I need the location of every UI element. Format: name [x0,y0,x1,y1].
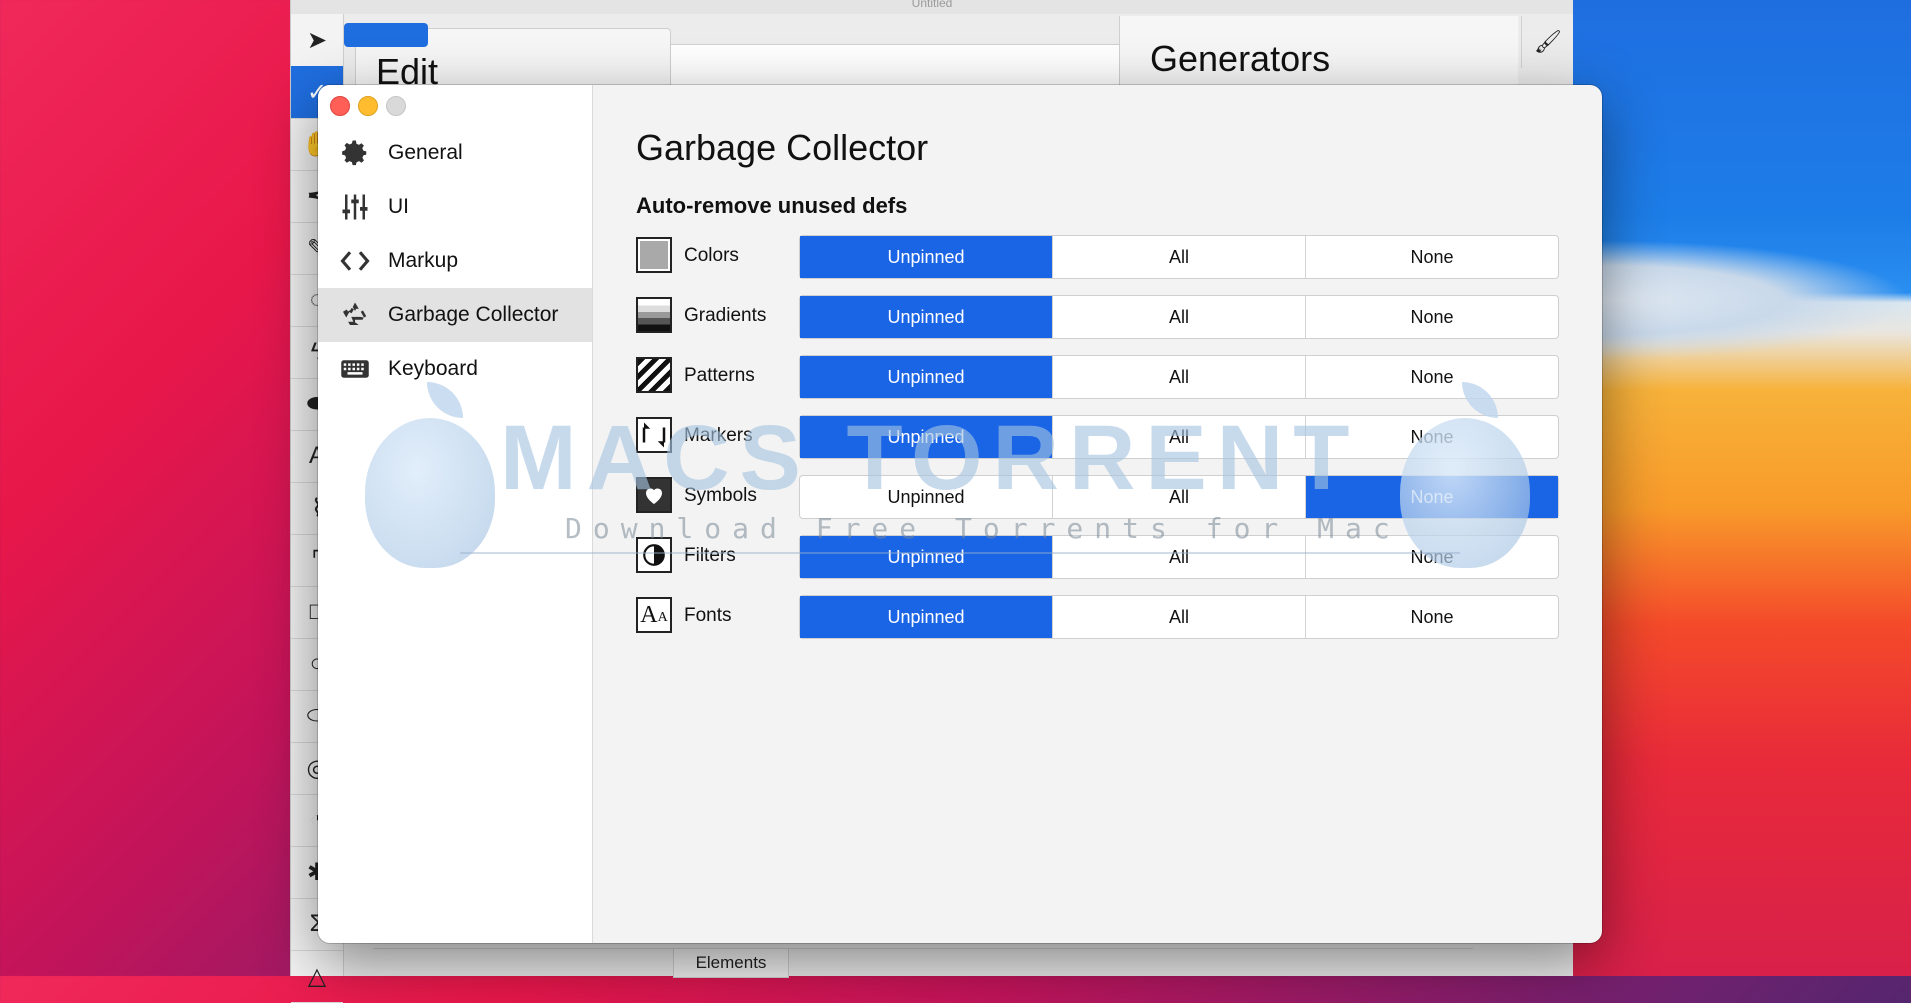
generators-title: Generators [1150,38,1331,79]
row-label: Gradients [684,305,767,326]
close-button[interactable] [330,96,350,116]
code-icon [338,244,372,278]
segmented-control: Unpinned All None [799,235,1559,279]
option-all[interactable]: All [1053,416,1306,458]
row-markers: Markers Unpinned All None [636,415,1566,461]
segmented-control: Unpinned All None [799,595,1559,639]
option-none[interactable]: None [1306,356,1558,398]
elements-tab[interactable]: Elements [673,948,789,978]
row-filters: Filters Unpinned All None [636,535,1566,581]
arrow-tool-icon[interactable]: ➤ [291,14,343,67]
option-all[interactable]: All [1053,356,1306,398]
triangle-tool-icon[interactable]: △ [291,950,343,1003]
sidebar-item-general[interactable]: General [318,126,592,180]
gear-icon [338,136,372,170]
sidebar-item-label: Garbage Collector [388,303,559,326]
option-all[interactable]: All [1053,236,1306,278]
brush-icon[interactable]: 🖌 [1521,16,1574,68]
sidebar-item-label: General [388,141,463,164]
option-all[interactable]: All [1053,596,1306,638]
option-none[interactable]: None [1306,416,1558,458]
sidebar-item-ui[interactable]: UI [318,180,592,234]
recycle-icon [338,298,372,332]
symbols-icon [636,477,672,513]
fonts-icon: AA [636,597,672,633]
option-unpinned[interactable]: Unpinned [800,296,1053,338]
filters-icon [636,537,672,573]
page-title: Garbage Collector [636,127,929,168]
segmented-control: Unpinned All None [799,415,1559,459]
sidebar-item-label: UI [388,195,409,218]
edit-tab-highlight [344,23,428,47]
minimize-button[interactable] [358,96,378,116]
sidebar-item-label: Markup [388,249,459,272]
row-label: Symbols [684,485,757,506]
generators-panel: Generators [1119,16,1518,86]
preferences-sidebar: General UI Markup Garbage Collector Keyb… [318,85,593,943]
option-unpinned[interactable]: Unpinned [800,356,1053,398]
row-gradients: Gradients Unpinned All None [636,295,1566,341]
colors-icon [636,237,672,273]
option-all[interactable]: All [1053,536,1306,578]
segmented-control: Unpinned All None [799,535,1559,579]
option-unpinned[interactable]: Unpinned [800,596,1053,638]
option-unpinned[interactable]: Unpinned [800,416,1053,458]
segmented-control: Unpinned All None [799,475,1559,519]
option-none[interactable]: None [1306,536,1558,578]
preferences-content: Garbage Collector Auto-remove unused def… [593,85,1602,943]
divider [373,948,1473,949]
sidebar-item-label: Keyboard [388,357,478,380]
gradients-icon [636,297,672,333]
option-none[interactable]: None [1306,236,1558,278]
row-patterns: Patterns Unpinned All None [636,355,1566,401]
section-title: Auto-remove unused defs [636,193,908,218]
row-symbols: Symbols Unpinned All None [636,475,1566,521]
row-label: Patterns [684,365,755,386]
row-label: Colors [684,245,739,266]
row-label: Fonts [684,605,732,626]
preferences-window: General UI Markup Garbage Collector Keyb… [318,85,1602,943]
edit-panel: Edit [344,23,671,92]
sidebar-item-markup[interactable]: Markup [318,234,592,288]
option-all[interactable]: All [1053,296,1306,338]
sliders-icon [338,190,372,224]
sidebar-item-garbage-collector[interactable]: Garbage Collector [318,288,592,342]
zoom-button[interactable] [386,96,406,116]
sidebar-item-keyboard[interactable]: Keyboard [318,342,592,396]
row-label: Markers [684,425,753,446]
row-fonts: AA Fonts Unpinned All None [636,595,1566,641]
markers-icon [636,417,672,453]
row-label: Filters [684,545,736,566]
row-colors: Colors Unpinned All None [636,235,1566,281]
option-unpinned[interactable]: Unpinned [800,476,1053,518]
option-all[interactable]: All [1053,476,1306,518]
segmented-control: Unpinned All None [799,295,1559,339]
background-titlebar: Untitled [291,0,1573,14]
keyboard-icon [338,352,372,386]
option-none[interactable]: None [1306,476,1558,518]
segmented-control: Unpinned All None [799,355,1559,399]
option-none[interactable]: None [1306,296,1558,338]
background-field [669,44,1121,86]
option-unpinned[interactable]: Unpinned [800,536,1053,578]
option-unpinned[interactable]: Unpinned [800,236,1053,278]
patterns-icon [636,357,672,393]
option-none[interactable]: None [1306,596,1558,638]
